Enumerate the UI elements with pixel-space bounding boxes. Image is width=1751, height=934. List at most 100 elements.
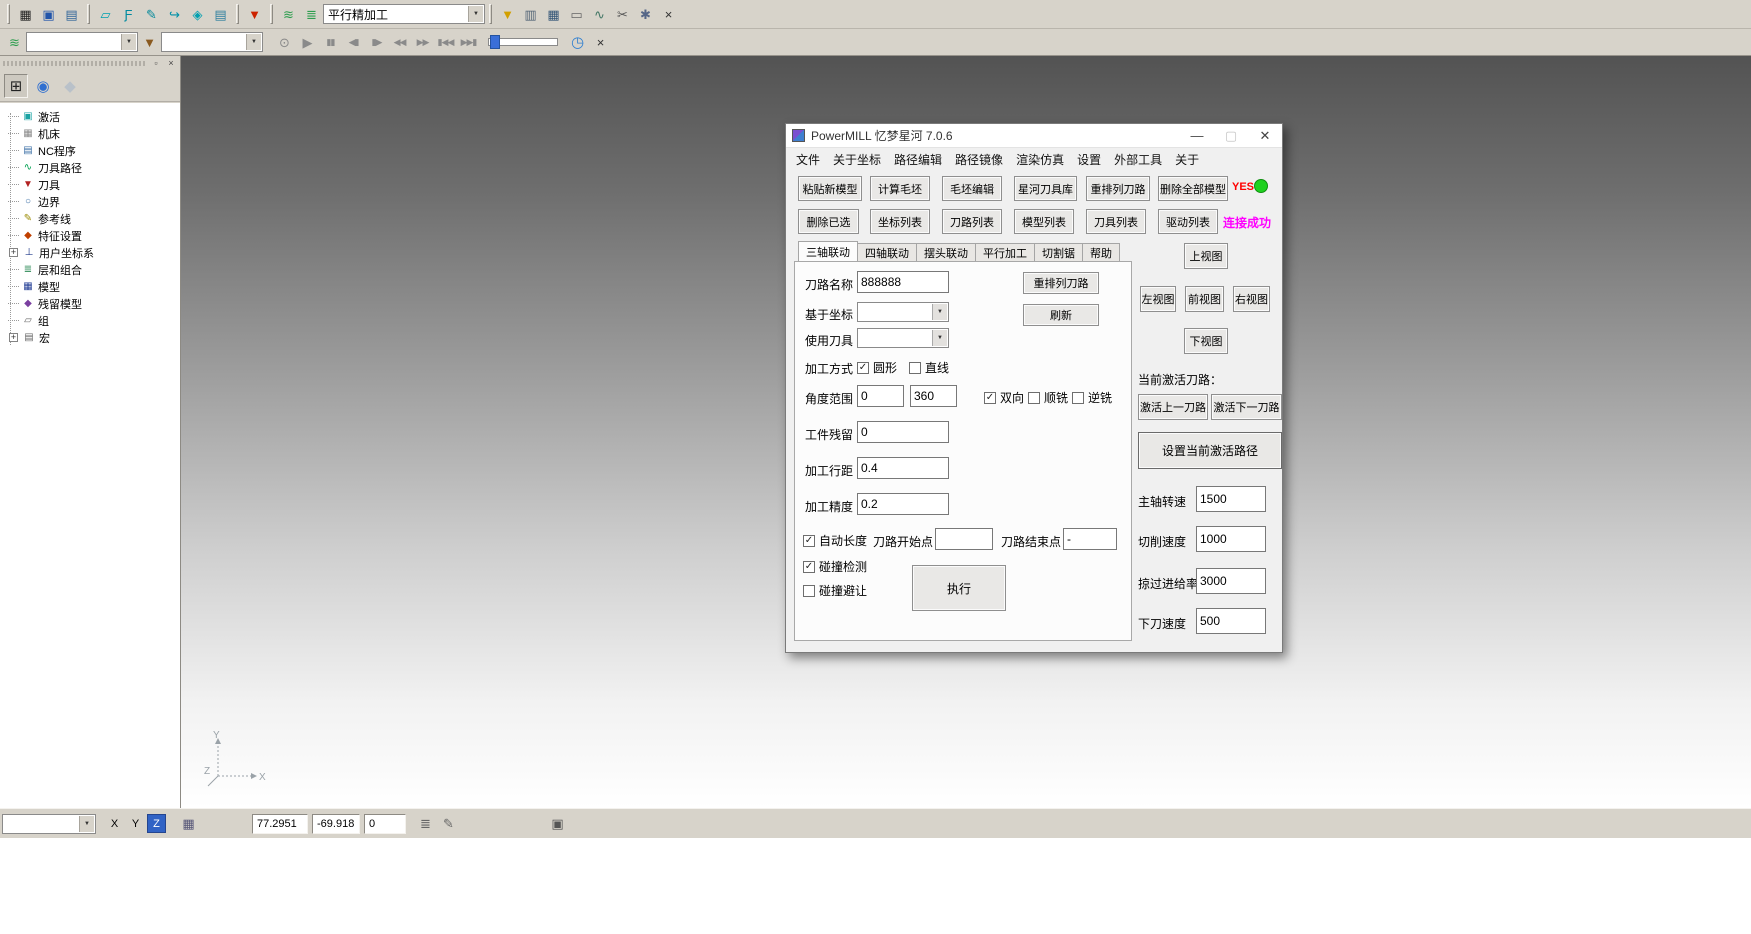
- tree-item-stock-models[interactable]: ◆ 残留模型: [4, 295, 180, 312]
- conventional-mill-checkbox[interactable]: 逆铣: [1072, 389, 1112, 406]
- hierarchy-icon[interactable]: ⊞: [4, 74, 28, 98]
- auto-length-checkbox[interactable]: ✓ 自动长度: [803, 532, 867, 549]
- step-back-button[interactable]: ◀▮: [343, 32, 364, 53]
- start-point-input[interactable]: [935, 528, 993, 550]
- end-point-input[interactable]: [1063, 528, 1117, 550]
- panel-float-button[interactable]: ▫: [150, 57, 162, 69]
- go-to-end-button[interactable]: ▶▶▮: [458, 32, 479, 53]
- activate-prev-toolpath-button[interactable]: 激活上一刀路: [1138, 394, 1208, 420]
- collision-check-checkbox[interactable]: ✓ 碰撞检测: [803, 558, 867, 575]
- tree-item-patterns[interactable]: ✎ 参考线: [4, 210, 180, 227]
- toolpath-edit-icon[interactable]: ✎: [141, 4, 162, 25]
- menu-about[interactable]: 关于: [1175, 151, 1199, 168]
- minimize-button[interactable]: —: [1180, 124, 1214, 147]
- menu-render-sim[interactable]: 渲染仿真: [1016, 151, 1064, 168]
- gem-icon[interactable]: ◆: [58, 74, 82, 98]
- print-icon[interactable]: ▤: [61, 4, 82, 25]
- spindle-speed-input[interactable]: [1196, 486, 1266, 512]
- angle-to-input[interactable]: [910, 385, 957, 407]
- sim-tool-combo[interactable]: ▼: [161, 32, 263, 52]
- collision-icon[interactable]: ◈: [187, 4, 208, 25]
- play-button[interactable]: ▶: [297, 32, 318, 53]
- ncprogram-icon[interactable]: ▤: [210, 4, 231, 25]
- status-combo[interactable]: ▼: [2, 814, 96, 834]
- calc-stock-button[interactable]: 计算毛坯: [870, 176, 930, 201]
- tool-library-button[interactable]: 星河刀具库: [1014, 176, 1077, 201]
- set-active-path-button[interactable]: 设置当前激活路径: [1138, 432, 1282, 469]
- paste-new-model-button[interactable]: 粘贴新模型: [798, 176, 862, 201]
- tolerance-input[interactable]: [857, 493, 949, 515]
- tree-item-toolpaths[interactable]: ∿ 刀具路径: [4, 159, 180, 176]
- z-axis-toggle[interactable]: Z: [147, 814, 166, 833]
- tree-item-groups[interactable]: ▱ 组: [4, 312, 180, 329]
- tab-help[interactable]: 帮助: [1082, 243, 1120, 261]
- menu-path-mirror[interactable]: 路径镜像: [955, 151, 1003, 168]
- levels-icon[interactable]: ≋: [278, 4, 299, 25]
- angle-from-input[interactable]: [857, 385, 904, 407]
- tab-3axis[interactable]: 三轴联动: [798, 241, 858, 261]
- grid-icon[interactable]: ▦: [178, 813, 199, 834]
- tree-item-nc-programs[interactable]: ▤ NC程序: [4, 142, 180, 159]
- stock-edit-button[interactable]: 毛坯编辑: [942, 176, 1002, 201]
- tree-expand-icon[interactable]: +: [9, 333, 18, 342]
- y-axis-toggle[interactable]: Y: [126, 814, 145, 833]
- calculator-icon[interactable]: ▦: [543, 4, 564, 25]
- tree-item-tools[interactable]: ▼ 刀具: [4, 176, 180, 193]
- sim-toolpath-icon[interactable]: ≋: [4, 32, 25, 53]
- panel-drag-grip[interactable]: [3, 61, 147, 66]
- menu-settings[interactable]: 设置: [1077, 151, 1101, 168]
- dialog-titlebar[interactable]: PowerMILL 忆梦星河 7.0.6 — ▢ ✕: [786, 124, 1282, 148]
- menu-coords[interactable]: 关于坐标: [833, 151, 881, 168]
- tree-item-boundaries[interactable]: ○ 边界: [4, 193, 180, 210]
- collision-avoid-checkbox[interactable]: 碰撞避让: [803, 582, 867, 599]
- tool-icon[interactable]: ▼: [244, 4, 265, 25]
- feedrate-icon[interactable]: Ƒ: [118, 4, 139, 25]
- machining-strategy-combo[interactable]: 平行精加工 ▼: [323, 4, 485, 24]
- tree-expand-icon[interactable]: +: [9, 248, 18, 257]
- pages-icon[interactable]: ▣: [547, 813, 568, 834]
- clipping-icon[interactable]: ✂: [612, 4, 633, 25]
- pen-icon[interactable]: ✎: [438, 813, 459, 834]
- right-view-button[interactable]: 右视图: [1233, 286, 1270, 312]
- bottom-view-button[interactable]: 下视图: [1184, 328, 1228, 354]
- line-checkbox[interactable]: 直线: [909, 359, 949, 376]
- fast-forward-button[interactable]: ▶▶: [412, 32, 433, 53]
- refresh-button[interactable]: 刷新: [1023, 304, 1099, 326]
- close-button[interactable]: ✕: [1248, 124, 1282, 147]
- coord-x-input[interactable]: [252, 814, 308, 834]
- rewind-button[interactable]: ◀◀: [389, 32, 410, 53]
- list-icon[interactable]: ≣: [415, 813, 436, 834]
- sim-speed-slider[interactable]: [488, 38, 558, 46]
- sim-toolpath-combo[interactable]: ▼: [26, 32, 138, 52]
- tab-parallel[interactable]: 平行加工: [975, 243, 1035, 261]
- tab-4axis[interactable]: 四轴联动: [857, 243, 917, 261]
- save-icon[interactable]: ▣: [38, 4, 59, 25]
- bidirectional-checkbox[interactable]: ✓ 双向: [984, 389, 1024, 406]
- render-bulb-icon[interactable]: ⊙: [274, 32, 295, 53]
- coord-list-button[interactable]: 坐标列表: [870, 209, 930, 234]
- drive-list-button[interactable]: 驱动列表: [1158, 209, 1218, 234]
- left-view-button[interactable]: 左视图: [1140, 286, 1176, 312]
- step-forward-button[interactable]: ▮▶: [366, 32, 387, 53]
- coord-y-input[interactable]: [312, 814, 360, 834]
- stock-allowance-input[interactable]: [857, 421, 949, 443]
- tool-list-button[interactable]: 刀具列表: [1086, 209, 1146, 234]
- block-icon[interactable]: ▱: [95, 4, 116, 25]
- maximize-button[interactable]: ▢: [1214, 124, 1248, 147]
- tree-item-feature-sets[interactable]: ◆ 特征设置: [4, 227, 180, 244]
- rearrange-button[interactable]: 重排列刀路: [1023, 272, 1099, 294]
- stepover-input[interactable]: [857, 457, 949, 479]
- slider-handle[interactable]: [490, 35, 500, 49]
- tree-item-machine[interactable]: ▦ 机床: [4, 125, 180, 142]
- coord-z-input[interactable]: [364, 814, 406, 834]
- delete-all-models-button[interactable]: 删除全部模型: [1158, 176, 1228, 201]
- chevron-down-icon[interactable]: ▼: [121, 34, 136, 50]
- cutting-speed-input[interactable]: [1196, 526, 1266, 552]
- delete-selected-button[interactable]: 删除已选: [798, 209, 859, 234]
- panel-close-button[interactable]: ×: [165, 57, 177, 69]
- strategy-list-icon[interactable]: ≣: [301, 4, 322, 25]
- based-coord-select[interactable]: ▼: [857, 302, 949, 322]
- globe-icon[interactable]: ◉: [31, 74, 55, 98]
- gears-icon[interactable]: ✱: [635, 4, 656, 25]
- sim-toolbar-close-button[interactable]: ×: [590, 32, 611, 53]
